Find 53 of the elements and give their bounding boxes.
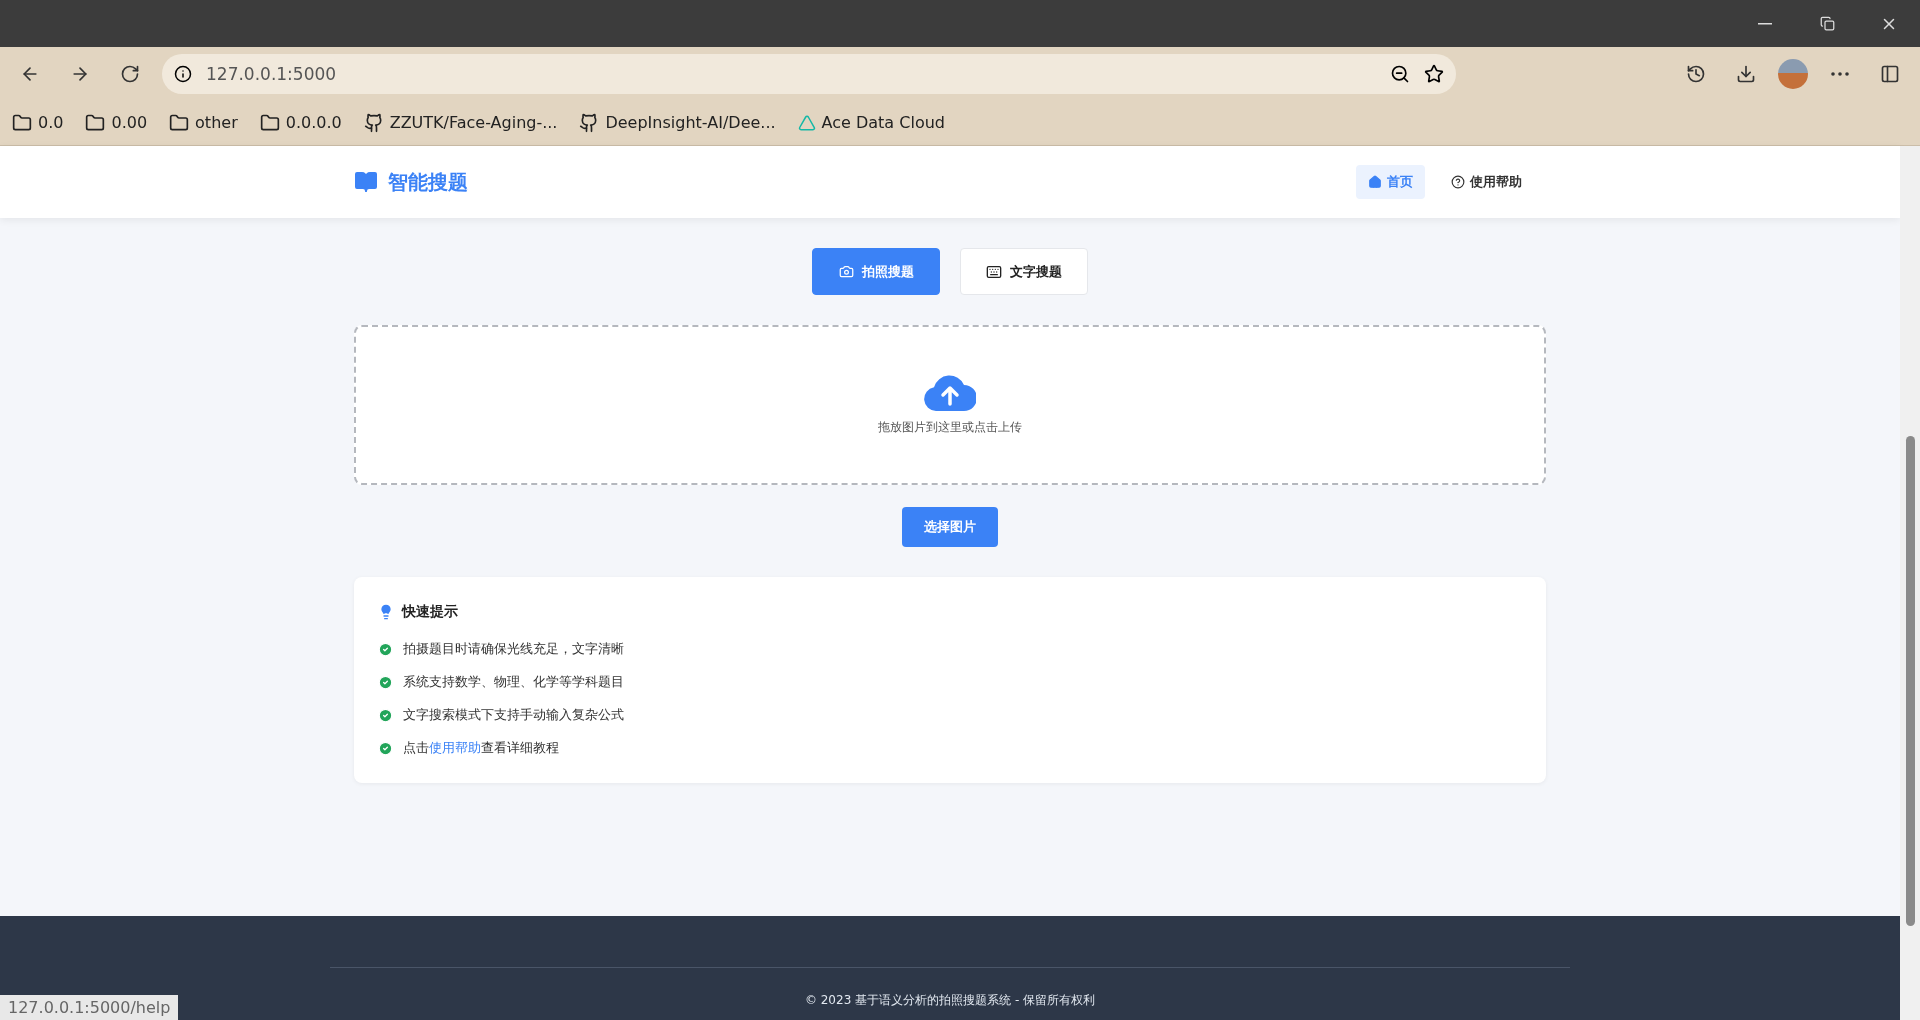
folder-icon xyxy=(85,112,106,133)
help-icon xyxy=(1451,175,1465,189)
check-icon xyxy=(378,642,393,657)
copyright-text: © 2023 基于语义分析的拍照搜题系统 - 保留所有权利 xyxy=(804,992,1096,1009)
lightbulb-icon xyxy=(378,604,394,620)
upload-dropzone[interactable]: 拖放图片到这里或点击上传 xyxy=(354,325,1546,485)
scrollbar-thumb[interactable] xyxy=(1905,436,1915,926)
tip-text: 拍摄题目时请确保光线充足，文字清晰 xyxy=(403,641,624,658)
address-bar[interactable]: 127.0.0.1:5000 xyxy=(162,53,1456,94)
zoom-out-icon xyxy=(1390,63,1410,84)
triangle-icon xyxy=(797,113,816,132)
sidebar-icon xyxy=(1880,63,1900,84)
tip-text: 点击使用帮助查看详细教程 xyxy=(403,740,559,757)
site-logo: 智能搜题 xyxy=(388,168,468,196)
mode-tab[interactable]: 拍照搜题 xyxy=(812,248,940,295)
profile-avatar[interactable] xyxy=(1778,58,1808,89)
more-icon xyxy=(1831,71,1849,76)
select-image-button[interactable]: 选择图片 xyxy=(902,507,998,547)
minimize-icon xyxy=(1758,22,1772,25)
nav-link[interactable]: 使用帮助 xyxy=(1439,165,1534,199)
bookmark-link[interactable]: 0.0.0.0 xyxy=(259,112,342,133)
check-icon xyxy=(378,675,393,690)
tip-text: 系统支持数学、物理、化学等学科题目 xyxy=(403,674,624,691)
bookmark-link[interactable]: Ace Data Cloud xyxy=(797,113,945,132)
refresh-icon xyxy=(120,63,140,84)
status-url: 127.0.0.1:5000/help xyxy=(0,995,179,1020)
tips-title: 快速提示 xyxy=(402,603,458,621)
bookmark-link[interactable]: 0.0 xyxy=(12,112,64,133)
github-icon xyxy=(363,112,384,133)
star-icon xyxy=(1424,63,1444,84)
upload-cloud-icon xyxy=(924,374,976,411)
keyboard-icon xyxy=(986,263,1002,280)
download-icon xyxy=(1736,63,1756,84)
url-text: 127.0.0.1:5000 xyxy=(206,63,338,84)
bookmark-link[interactable]: ZZUTK/Face-Aging-... xyxy=(363,112,558,133)
bookmark-link[interactable]: other xyxy=(169,112,238,133)
info-icon xyxy=(174,64,192,83)
upload-hint: 拖放图片到这里或点击上传 xyxy=(878,418,1022,436)
book-icon xyxy=(354,170,378,194)
history-icon xyxy=(1686,63,1706,84)
help-link[interactable]: 使用帮助 xyxy=(429,740,481,755)
tip-text: 文字搜索模式下支持手动输入复杂公式 xyxy=(403,707,624,724)
bookmark-link[interactable]: 0.00 xyxy=(85,112,148,133)
check-icon xyxy=(378,708,393,723)
restore-icon xyxy=(1819,16,1835,31)
home-icon xyxy=(1368,175,1382,189)
check-icon xyxy=(378,741,393,756)
folder-icon xyxy=(12,112,32,133)
folder-icon xyxy=(259,112,280,133)
bookmark-link[interactable]: DeepInsight-AI/Dee... xyxy=(579,112,776,133)
mode-tab[interactable]: 文字搜题 xyxy=(960,248,1088,295)
folder-icon xyxy=(169,112,190,133)
camera-icon xyxy=(838,264,854,279)
